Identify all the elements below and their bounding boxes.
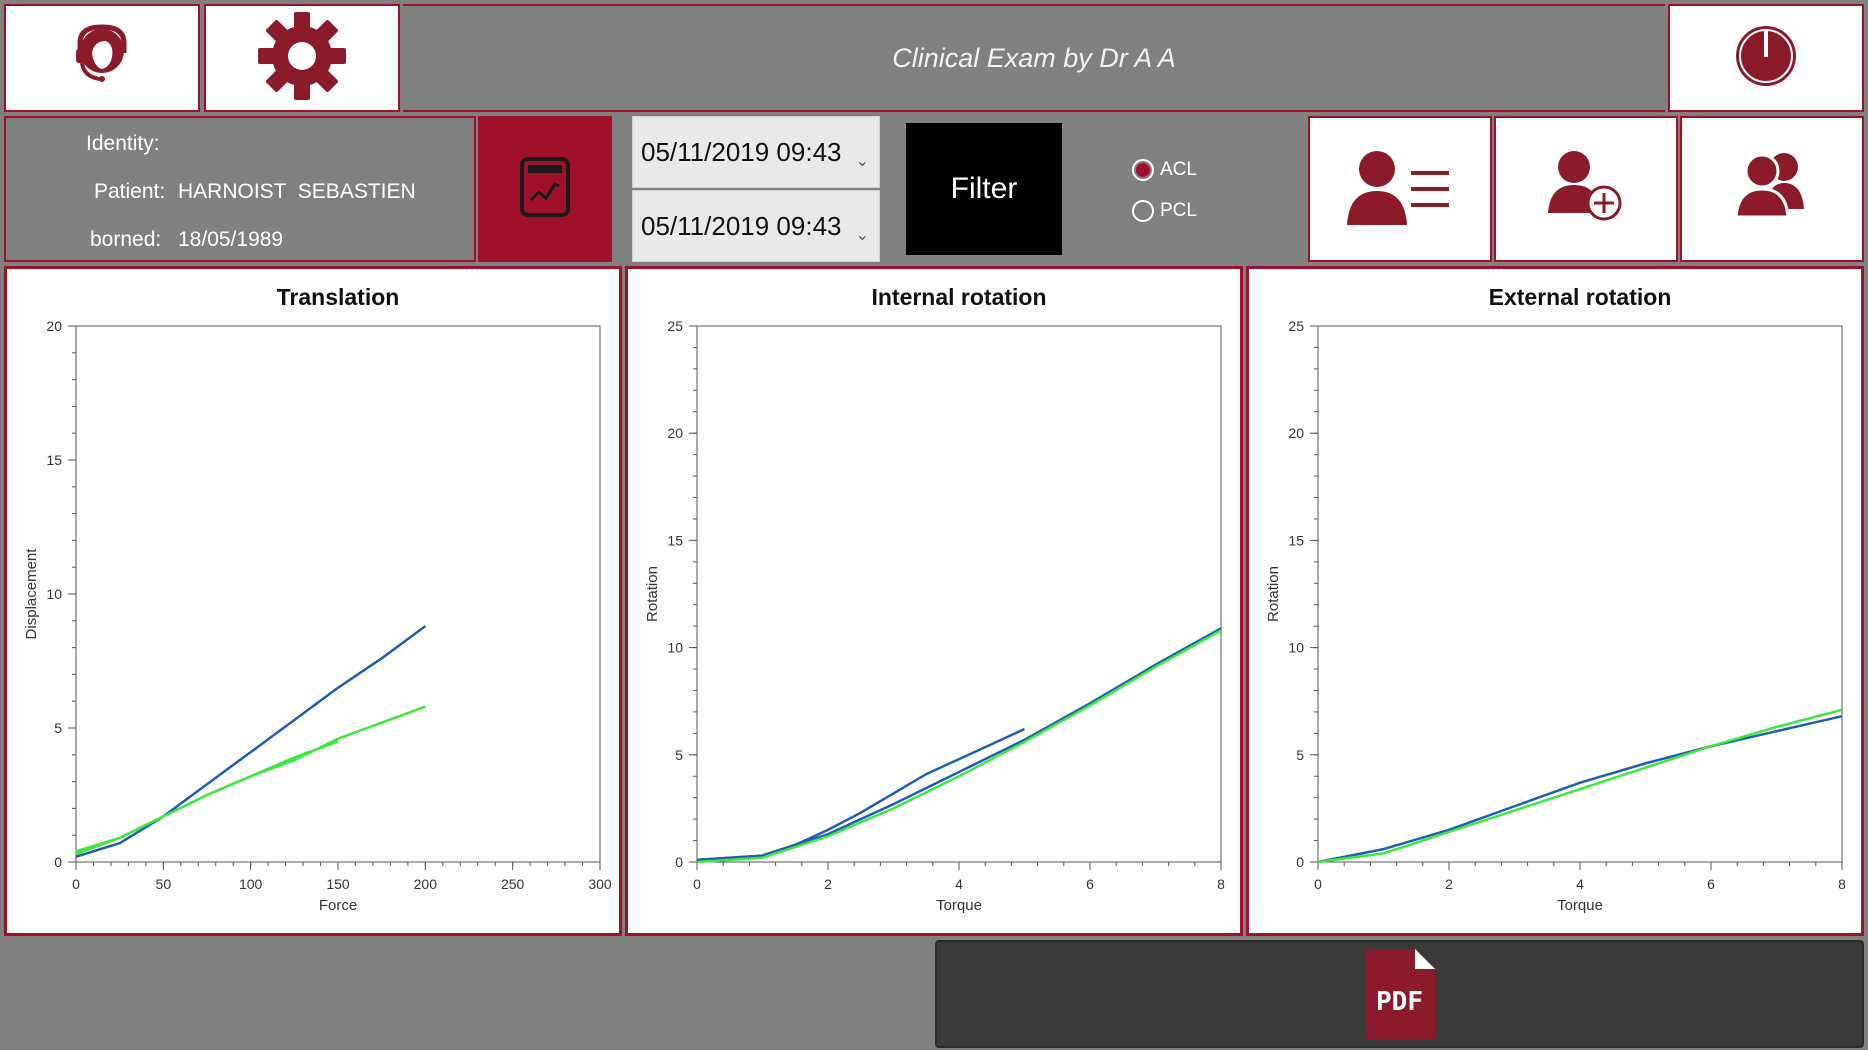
internal-rotation-chart-title: Internal rotation: [871, 284, 1046, 310]
external-rotation-x-tick-label: 6: [1707, 876, 1715, 892]
external-rotation-chart-panel: External rotation 0 2 4 6 8 0 5 10 15 20 25 Torque Ro…: [1246, 266, 1864, 936]
chevron-down-icon[interactable]: ⌄: [856, 225, 869, 245]
internal-rotation-y-axis-label: Rotation: [644, 566, 661, 622]
radio-acl[interactable]: ACL: [1132, 155, 1197, 185]
external-rotation-x-tick-label: 8: [1838, 876, 1846, 892]
internal-rotation-series-2-line: [696, 627, 1222, 862]
patients-icon: [1732, 147, 1812, 232]
translation-y-tick-label: 0: [54, 854, 62, 870]
headset-icon: [72, 23, 132, 94]
internal-rotation-y-tick-label: 15: [667, 532, 683, 548]
patient-label: Patient:: [94, 180, 166, 203]
translation-chart-panel: Translation 0 50 100 150 200 250 300 0 5 10 15 20 For…: [4, 266, 622, 936]
internal-rotation-series-3-line: [696, 629, 1222, 864]
internal-rotation-x-tick-label: 0: [693, 876, 701, 892]
translation-series-3-line: [75, 705, 426, 853]
internal-rotation-y-tick-label: 10: [667, 640, 683, 656]
translation-x-tick-label: 0: [72, 876, 80, 892]
start-date-picker[interactable]: 05/11/2019 09:43 ⌄: [632, 116, 880, 188]
internal-rotation-x-tick-label: 2: [824, 876, 832, 892]
report-button[interactable]: [478, 116, 612, 262]
internal-rotation-y-tick-label: 5: [675, 747, 683, 763]
pdf-label: PDF: [1376, 987, 1423, 1017]
translation-y-tick-label: 5: [54, 720, 62, 736]
internal-rotation-series-1-line: [696, 727, 1026, 862]
start-date-value: 05/11/2019 09:43: [641, 136, 842, 167]
external-rotation-x-tick-label: 2: [1445, 876, 1453, 892]
external-rotation-chart-title: External rotation: [1489, 284, 1672, 310]
translation-x-tick-label: 150: [326, 876, 350, 892]
radio-acl-label: ACL: [1160, 159, 1197, 180]
internal-rotation-chart: Internal rotation 0 2 4 6 8 0 5 10 15 20 25 Torque Ro…: [644, 284, 1225, 914]
radio-acl-indicator[interactable]: [1132, 159, 1154, 181]
external-rotation-y-tick-label: 0: [1296, 854, 1304, 870]
external-rotation-chart: External rotation 0 2 4 6 8 0 5 10 15 20 25 Torque Ro…: [1265, 284, 1846, 914]
external-rotation-x-tick-label: 0: [1314, 876, 1322, 892]
external-rotation-y-tick-label: 15: [1288, 532, 1304, 548]
born-date: 18/05/1989: [178, 228, 284, 251]
external-rotation-x-tick-label: 4: [1576, 876, 1584, 892]
translation-x-tick-label: 300: [588, 876, 612, 892]
patient-name: HARNOIST SEBASTIEN: [178, 180, 416, 203]
external-rotation-y-axis-label: Rotation: [1265, 566, 1282, 622]
translation-x-tick-label: 250: [501, 876, 525, 892]
translation-x-tick-label: 50: [156, 876, 172, 892]
translation-chart-title: Translation: [277, 284, 400, 310]
external-rotation-y-tick-label: 10: [1288, 640, 1304, 656]
translation-y-tick-label: 20: [46, 318, 62, 334]
end-date-picker[interactable]: 05/11/2019 09:43 ⌄: [632, 190, 880, 262]
bottom-left-area: [0, 940, 932, 1050]
internal-rotation-y-tick-label: 25: [667, 318, 683, 334]
patient-list-button[interactable]: [1308, 116, 1492, 262]
internal-rotation-x-tick-label: 4: [955, 876, 963, 892]
gear-icon: [257, 11, 347, 106]
internal-rotation-plot-area: [696, 325, 1222, 863]
patient-list-icon: [1345, 147, 1455, 232]
app-title: Clinical Exam by Dr A A: [403, 4, 1665, 112]
translation-y-axis-label: Displacement: [23, 548, 40, 640]
translation-y-tick-label: 15: [46, 452, 62, 468]
external-rotation-y-tick-label: 20: [1288, 425, 1304, 441]
end-date-value: 05/11/2019 09:43: [641, 210, 842, 241]
translation-x-tick-label: 200: [414, 876, 438, 892]
settings-button[interactable]: [204, 4, 400, 112]
translation-x-tick-label: 100: [239, 876, 263, 892]
internal-rotation-y-tick-label: 0: [675, 854, 683, 870]
identity-heading: Identity:: [86, 132, 160, 155]
internal-rotation-y-tick-label: 20: [667, 425, 683, 441]
translation-y-tick-label: 10: [46, 586, 62, 602]
internal-rotation-x-tick-label: 6: [1086, 876, 1094, 892]
identity-panel: Identity: Patient: HARNOIST SEBASTIEN bo…: [4, 116, 476, 262]
translation-x-axis-label: Force: [319, 897, 357, 914]
export-pdf-button[interactable]: PDF: [935, 940, 1864, 1048]
report-chart-icon: [519, 156, 571, 223]
external-rotation-y-tick-label: 25: [1288, 318, 1304, 334]
translation-chart: Translation 0 50 100 150 200 250 300 0 5 10 15 20 For…: [23, 284, 612, 914]
internal-rotation-x-tick-label: 8: [1217, 876, 1225, 892]
filter-button[interactable]: Filter: [906, 123, 1062, 255]
patients-button[interactable]: [1680, 116, 1864, 262]
radio-pcl-label: PCL: [1160, 200, 1197, 221]
ligament-radio-group: ACL PCL: [1132, 155, 1197, 237]
external-rotation-series-2-line: [1317, 708, 1843, 864]
add-patient-button[interactable]: [1494, 116, 1678, 262]
power-button[interactable]: [1668, 4, 1864, 112]
add-patient-icon: [1546, 147, 1626, 232]
chevron-down-icon[interactable]: ⌄: [856, 151, 869, 171]
external-rotation-x-axis-label: Torque: [1557, 897, 1603, 914]
support-button[interactable]: [4, 4, 200, 112]
translation-plot-area: [75, 325, 601, 863]
internal-rotation-chart-panel: Internal rotation 0 2 4 6 8 0 5 10 15 20 25 Torque Ro…: [625, 266, 1243, 936]
internal-rotation-x-axis-label: Torque: [936, 897, 982, 914]
power-icon: [1733, 23, 1799, 94]
external-rotation-y-tick-label: 5: [1296, 747, 1304, 763]
translation-series-1-line: [75, 625, 427, 858]
radio-pcl[interactable]: PCL: [1132, 196, 1197, 226]
born-label: borned:: [90, 228, 162, 251]
pdf-icon: PDF: [1363, 947, 1437, 1041]
radio-pcl-indicator[interactable]: [1132, 200, 1154, 222]
